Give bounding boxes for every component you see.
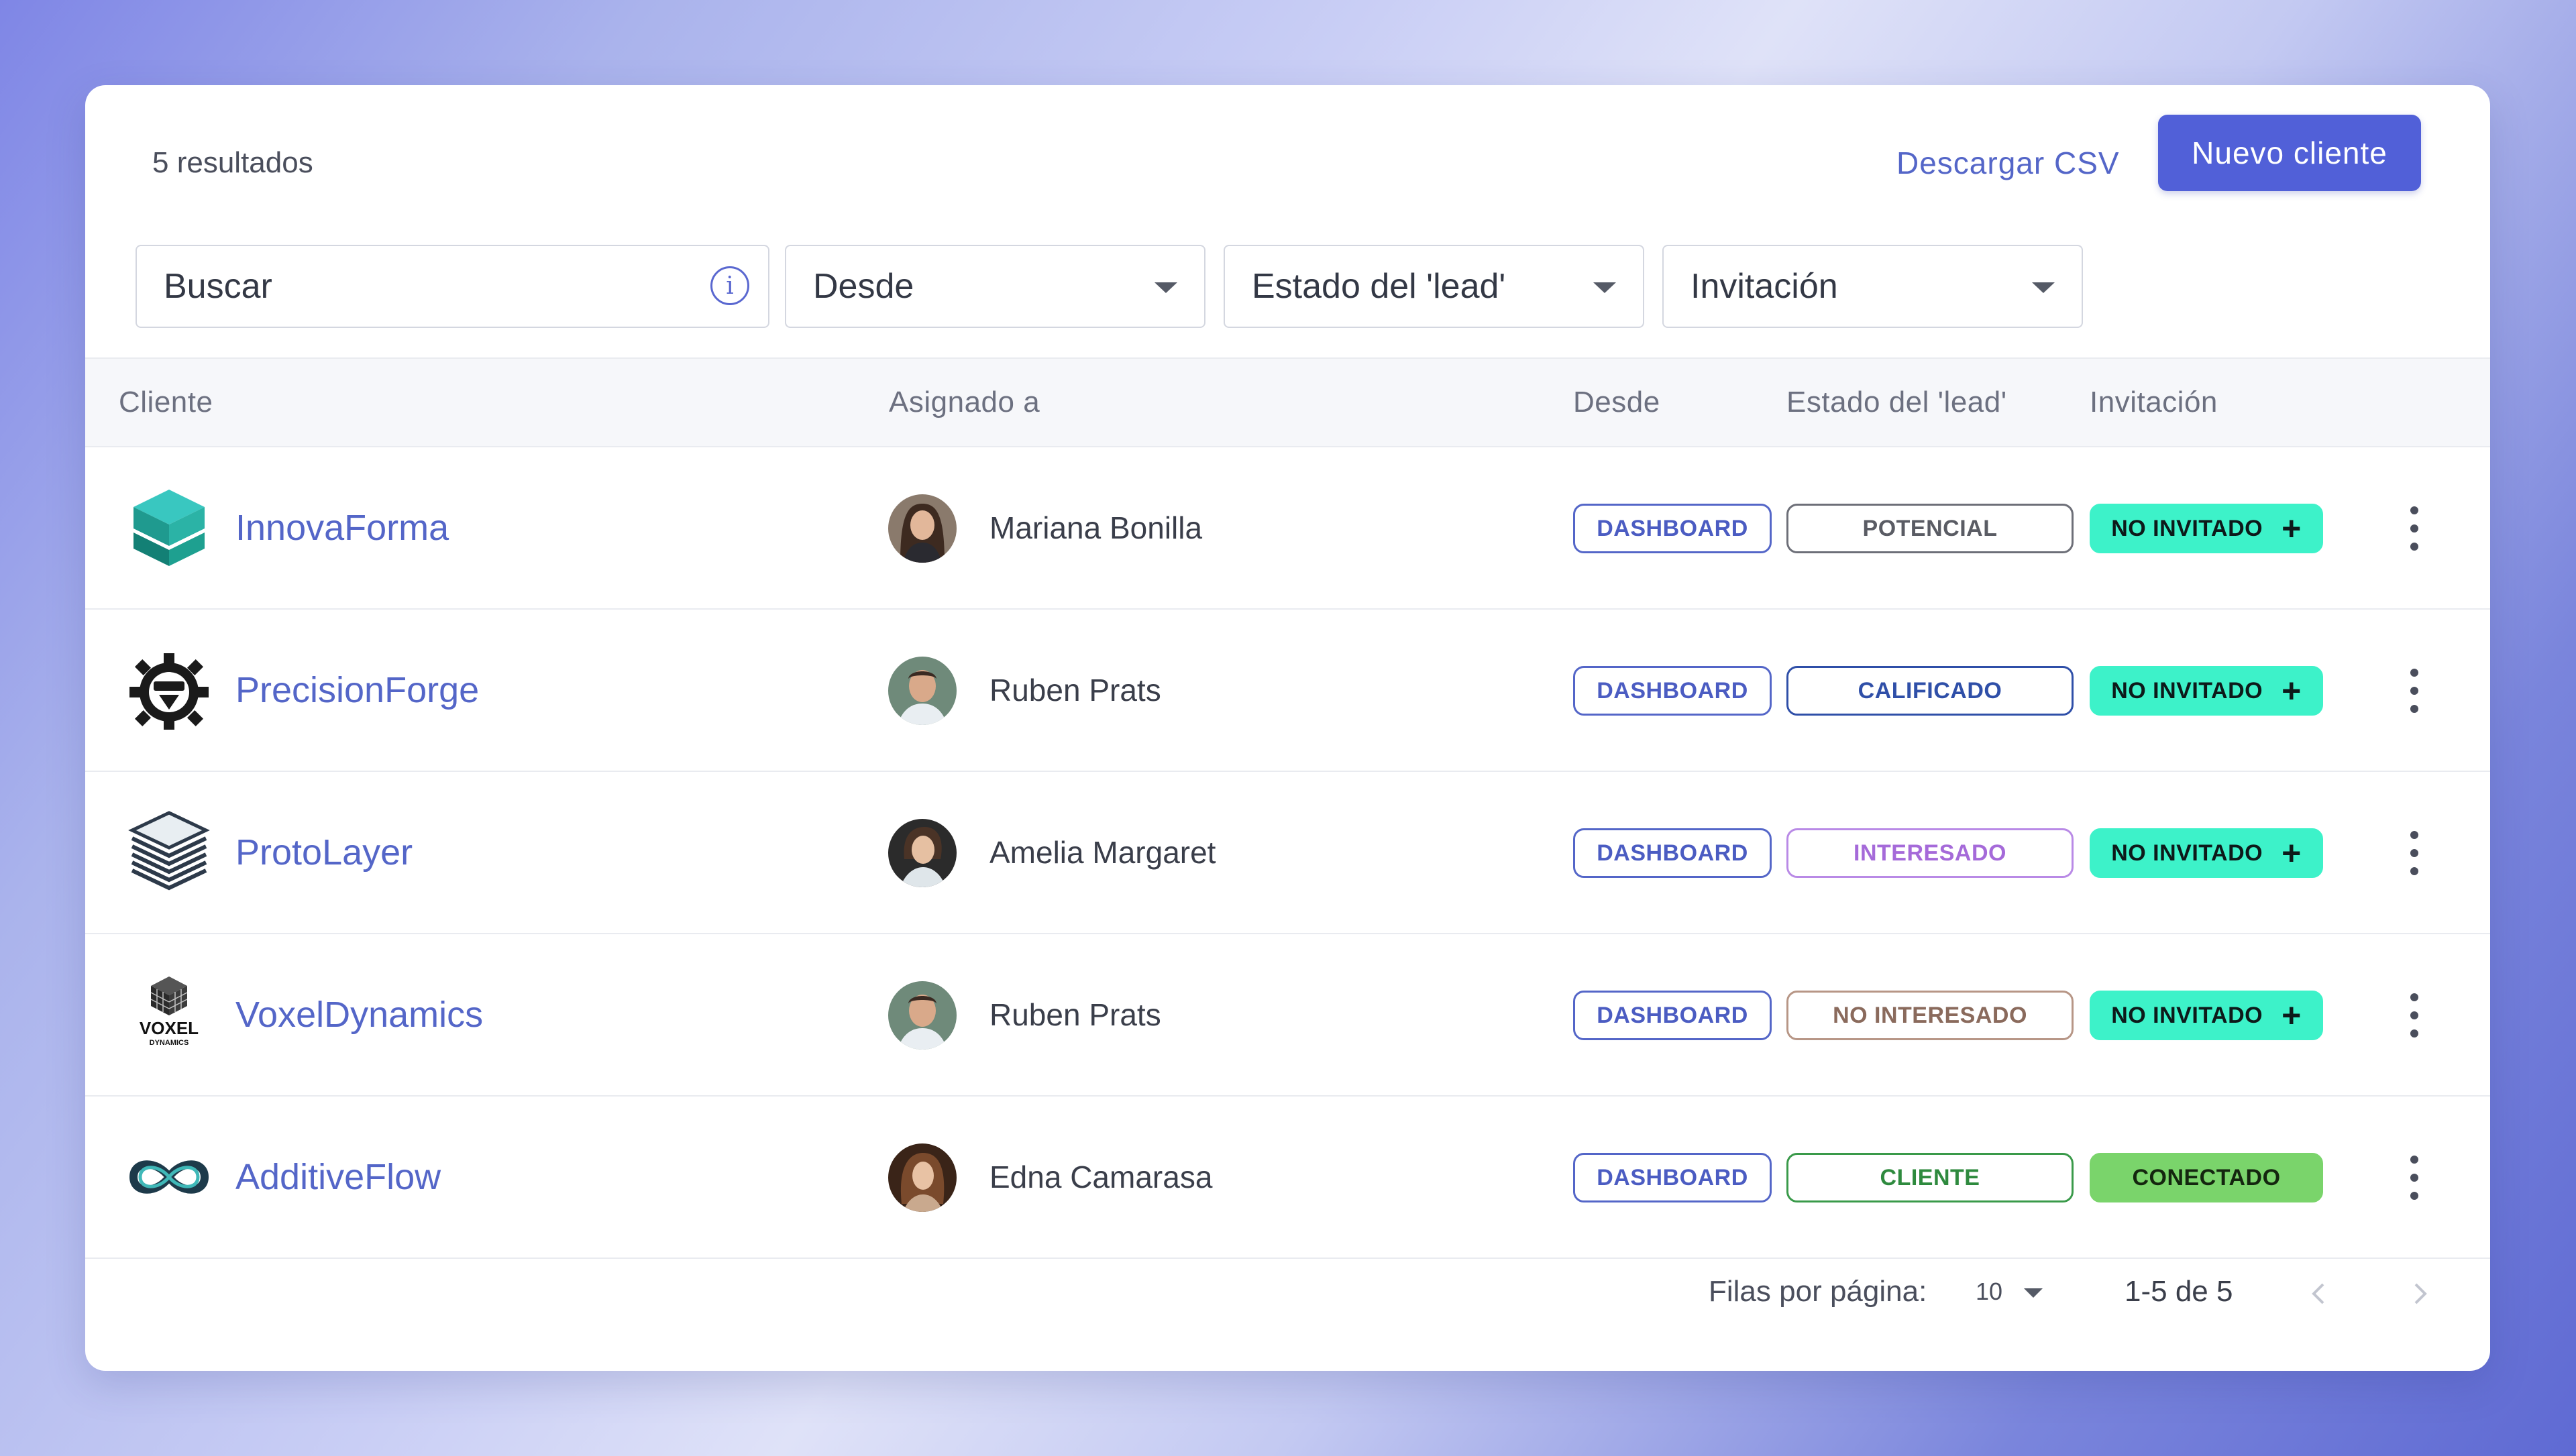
- chevron-left-icon: [2312, 1283, 2324, 1304]
- column-header-client[interactable]: Cliente: [119, 359, 213, 446]
- gear-face-logo: [125, 647, 213, 734]
- assignee-name: Edna Camarasa: [989, 1160, 1213, 1194]
- more-options-icon[interactable]: [2401, 1156, 2428, 1200]
- rows-per-page-select[interactable]: 10: [1976, 1278, 2002, 1306]
- lead-status-filter-select[interactable]: Estado del 'lead': [1224, 245, 1644, 328]
- column-header-lead-status[interactable]: Estado del 'lead': [1786, 359, 2007, 446]
- invite-status-label: NO INVITADO: [2111, 677, 2263, 704]
- chevron-right-icon: [2414, 1283, 2427, 1304]
- client-name-link[interactable]: VoxelDynamics: [235, 934, 483, 1095]
- assignee-name: Ruben Prats: [989, 997, 1161, 1032]
- layered-stack-logo: [125, 809, 213, 896]
- source-badge: DASHBOARD: [1573, 828, 1772, 878]
- plus-icon: +: [2282, 510, 2302, 547]
- search-input[interactable]: Buscar i: [136, 245, 769, 328]
- column-header-assignee[interactable]: Asignado a: [889, 359, 1040, 446]
- lead-status-badge: CLIENTE: [1786, 1153, 2074, 1202]
- lead-status-badge: CALIFICADO: [1786, 666, 2074, 716]
- client-name-link[interactable]: ProtoLayer: [235, 772, 413, 933]
- table-row[interactable]: PrecisionForge Ruben Prats DASHBOARD CAL…: [85, 610, 2490, 772]
- table-row[interactable]: ProtoLayer Amelia Margaret DASHBOARD INT…: [85, 772, 2490, 934]
- lead-status-filter-label: Estado del 'lead': [1252, 267, 1506, 306]
- column-header-source[interactable]: Desde: [1573, 359, 1660, 446]
- avatar: [888, 657, 957, 725]
- assignee-name: Amelia Margaret: [989, 835, 1216, 870]
- voxel-logo-text: VOXEL: [140, 1018, 199, 1038]
- lead-status-badge: NO INTERESADO: [1786, 991, 2074, 1040]
- chevron-down-icon: [1593, 282, 1616, 293]
- connected-status-badge: CONECTADO: [2090, 1153, 2323, 1202]
- new-client-button[interactable]: Nuevo cliente: [2158, 115, 2421, 191]
- plus-icon: +: [2282, 834, 2302, 872]
- avatar: [888, 494, 957, 563]
- table-row[interactable]: InnovaForma Mariana Bonilla DASHBOARD PO…: [85, 447, 2490, 610]
- column-header-invitation[interactable]: Invitación: [2090, 359, 2218, 446]
- chevron-down-icon[interactable]: [2024, 1288, 2043, 1298]
- voxel-cube-logo: VOXEL DYNAMICS: [125, 971, 213, 1058]
- source-filter-select[interactable]: Desde: [785, 245, 1205, 328]
- invite-status-label: NO INVITADO: [2111, 840, 2263, 866]
- chevron-down-icon: [2032, 282, 2055, 293]
- source-filter-label: Desde: [813, 267, 914, 306]
- plus-icon: +: [2282, 997, 2302, 1034]
- client-name-link[interactable]: InnovaForma: [235, 447, 449, 608]
- more-options-icon[interactable]: [2401, 669, 2428, 713]
- more-options-icon[interactable]: [2401, 993, 2428, 1038]
- invite-button[interactable]: NO INVITADO +: [2090, 828, 2323, 878]
- avatar: [888, 981, 957, 1050]
- invite-status-label: NO INVITADO: [2111, 515, 2263, 541]
- infinity-loop-logo: [125, 1133, 213, 1221]
- plus-icon: +: [2282, 672, 2302, 710]
- rows-per-page-label: Filas por página:: [1709, 1275, 1927, 1308]
- previous-page-button[interactable]: [2299, 1274, 2339, 1314]
- invitation-filter-label: Invitación: [1690, 267, 1838, 306]
- avatar: [888, 819, 957, 887]
- more-options-icon[interactable]: [2401, 506, 2428, 551]
- assignee-name: Ruben Prats: [989, 673, 1161, 708]
- invite-status-label: NO INVITADO: [2111, 1002, 2263, 1028]
- table-header: Cliente Asignado a Desde Estado del 'lea…: [85, 357, 2490, 447]
- toolbar: 5 resultados Descargar CSV Nuevo cliente: [85, 85, 2490, 239]
- invite-button[interactable]: NO INVITADO +: [2090, 666, 2323, 716]
- search-placeholder: Buscar: [164, 267, 272, 306]
- more-options-icon[interactable]: [2401, 831, 2428, 875]
- chevron-down-icon: [1155, 282, 1177, 293]
- clients-card: 5 resultados Descargar CSV Nuevo cliente…: [85, 85, 2490, 1371]
- assignee-name: Mariana Bonilla: [989, 510, 1203, 545]
- source-badge: DASHBOARD: [1573, 666, 1772, 716]
- info-icon[interactable]: i: [710, 266, 749, 305]
- download-csv-button[interactable]: Descargar CSV: [1896, 136, 2120, 190]
- table-row[interactable]: VOXEL DYNAMICS VoxelDynamics Ruben Prats…: [85, 934, 2490, 1097]
- lead-status-badge: POTENCIAL: [1786, 504, 2074, 553]
- invite-button[interactable]: NO INVITADO +: [2090, 504, 2323, 553]
- client-name-link[interactable]: PrecisionForge: [235, 610, 479, 771]
- invitation-filter-select[interactable]: Invitación: [1662, 245, 2083, 328]
- source-badge: DASHBOARD: [1573, 1153, 1772, 1202]
- source-badge: DASHBOARD: [1573, 991, 1772, 1040]
- table-row[interactable]: AdditiveFlow Edna Camarasa DASHBOARD CLI…: [85, 1097, 2490, 1259]
- invite-button[interactable]: NO INVITADO +: [2090, 991, 2323, 1040]
- voxel-logo-subtext: DYNAMICS: [150, 1039, 189, 1047]
- green-cube-stack-logo: [125, 484, 213, 571]
- avatar: [888, 1143, 957, 1212]
- lead-status-badge: INTERESADO: [1786, 828, 2074, 878]
- next-page-button[interactable]: [2400, 1274, 2440, 1314]
- pagination-range: 1-5 de 5: [2125, 1275, 2233, 1308]
- results-count: 5 resultados: [152, 146, 313, 179]
- source-badge: DASHBOARD: [1573, 504, 1772, 553]
- client-name-link[interactable]: AdditiveFlow: [235, 1097, 441, 1257]
